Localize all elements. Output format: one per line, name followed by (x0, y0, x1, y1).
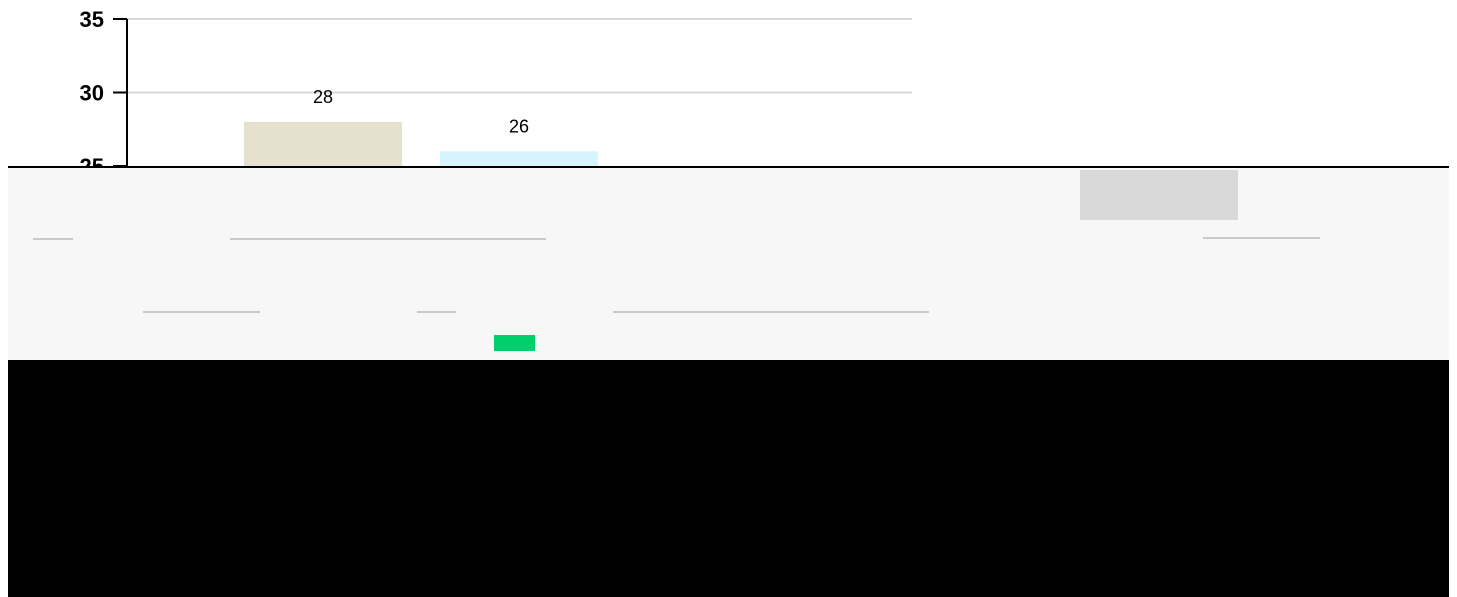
bar-data-label: 26 (509, 116, 529, 136)
black-band (8, 360, 1449, 597)
legend-swatch (494, 335, 535, 351)
bar-data-label: 28 (313, 87, 333, 107)
bars (244, 121, 598, 166)
gridlines (127, 18, 912, 94)
y-axis: 253035 (80, 7, 128, 179)
partial-bar-right (1080, 170, 1238, 220)
chart-root: 2826 253035 (8, 7, 1449, 597)
y-tick-label: 35 (80, 7, 104, 32)
bar (440, 151, 598, 166)
bar (244, 121, 402, 166)
y-tick-label: 30 (80, 81, 104, 106)
